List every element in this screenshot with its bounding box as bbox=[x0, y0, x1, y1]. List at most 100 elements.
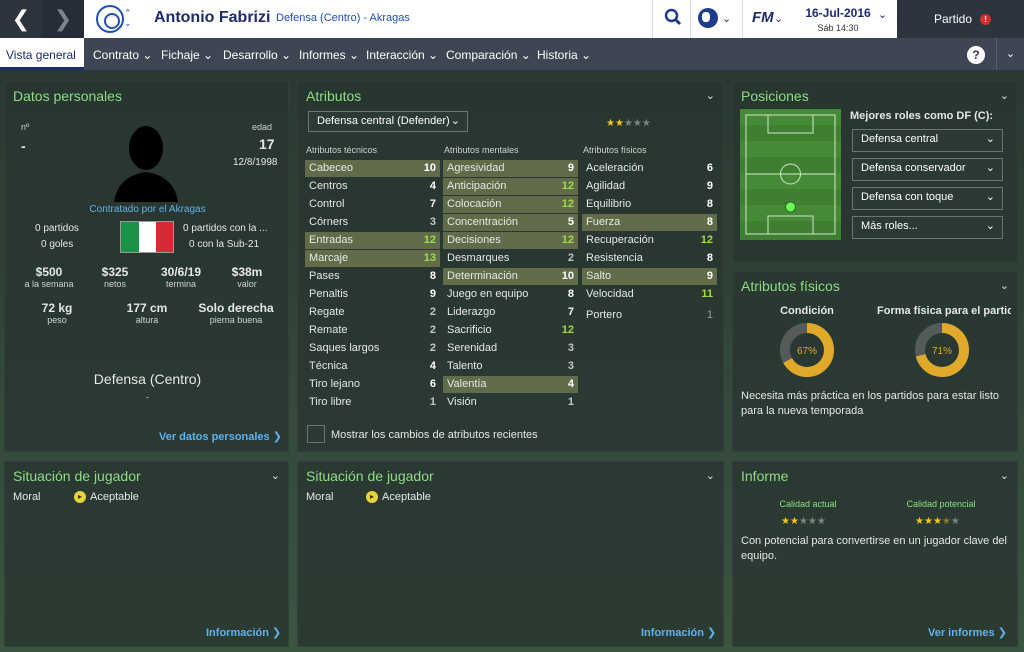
attribute-row[interactable]: Técnica 4 bbox=[305, 358, 440, 375]
attribute-row[interactable]: Tiro libre 1 bbox=[305, 394, 440, 411]
fm-logo[interactable]: FM bbox=[752, 9, 774, 26]
attribute-row[interactable]: Equilibrio 8 bbox=[582, 196, 717, 213]
chevron-down-icon[interactable]: ⌄ bbox=[722, 12, 731, 25]
more-roles-dropdown[interactable]: Más roles... ⌄ bbox=[852, 216, 1003, 239]
player-position-club[interactable]: Defensa (Centro) - Akragas bbox=[276, 12, 410, 24]
attribute-row[interactable]: Desmarques 2 bbox=[443, 250, 578, 267]
menu-vista-general[interactable]: Vista general ⌄ bbox=[0, 38, 84, 96]
attribute-row[interactable]: Liderazgo 7 bbox=[443, 304, 578, 321]
menu-desarrollo[interactable]: Desarrollo ⌄ bbox=[217, 38, 297, 70]
chevron-down-icon[interactable]: ⌄ bbox=[706, 89, 715, 102]
attribute-row[interactable]: Centros 4 bbox=[305, 178, 440, 195]
attribute-row[interactable]: Colocación 12 bbox=[443, 196, 578, 213]
attribute-name: Marcaje bbox=[309, 252, 349, 264]
back-button[interactable]: ❮ bbox=[0, 0, 42, 38]
personal-data-panel: Datos personales nº - edad 17 12/8/1998 … bbox=[4, 81, 289, 452]
attribute-row[interactable]: Pases 8 bbox=[305, 268, 440, 285]
globe-icon[interactable] bbox=[698, 8, 718, 28]
checkbox-label[interactable]: Mostrar los cambios de atributos recient… bbox=[331, 429, 538, 441]
view-personal-data-link[interactable]: Ver datos personales ❯ bbox=[159, 430, 282, 443]
attribute-name: Resistencia bbox=[586, 252, 643, 264]
game-date[interactable]: 16-Jul-2016 Sáb 14:30 bbox=[788, 6, 888, 35]
menu-fichaje[interactable]: Fichaje ⌄ bbox=[155, 38, 219, 70]
attribute-row[interactable]: Velocidad 11 bbox=[582, 286, 717, 303]
number-label: nº bbox=[21, 122, 30, 132]
chevron-down-icon[interactable]: ⌄ bbox=[271, 469, 280, 482]
attribute-row[interactable]: Juego en equipo 8 bbox=[443, 286, 578, 303]
chevron-down-icon: ⌄ bbox=[985, 191, 995, 203]
attribute-row[interactable]: Serenidad 3 bbox=[443, 340, 578, 357]
attribute-row[interactable]: Recuperación 12 bbox=[582, 232, 717, 249]
menu-historia[interactable]: Historia ⌄ bbox=[531, 38, 597, 70]
role-item-central[interactable]: Defensa central ⌄ bbox=[852, 129, 1003, 152]
expiry-label: termina bbox=[165, 279, 196, 289]
morale-value: Aceptable bbox=[382, 491, 431, 503]
attribute-row[interactable]: Decisiones 12 bbox=[443, 232, 578, 249]
attribute-row[interactable]: Anticipación 12 bbox=[443, 178, 578, 195]
attribute-row[interactable]: Saques largos 2 bbox=[305, 340, 440, 357]
information-link[interactable]: Información ❯ bbox=[641, 626, 716, 639]
role-dropdown[interactable]: Defensa central (Defender) ⌄ bbox=[308, 111, 468, 132]
attribute-row[interactable]: Aceleración 6 bbox=[582, 160, 717, 177]
role-item-ball-playing[interactable]: Defensa con toque ⌄ bbox=[852, 187, 1003, 210]
attribute-row[interactable]: Córners 3 bbox=[305, 214, 440, 231]
attribute-name: Tiro libre bbox=[309, 396, 352, 408]
attribute-row[interactable]: Sacrificio 12 bbox=[443, 322, 578, 339]
height-value: 177 cm bbox=[126, 301, 168, 315]
menu-contrato[interactable]: Contrato ⌄ bbox=[87, 38, 158, 70]
attribute-row[interactable]: Remate 2 bbox=[305, 322, 440, 339]
club-badge-icon[interactable] bbox=[96, 5, 124, 33]
contract-status[interactable]: Contratado por el Akragas bbox=[5, 204, 290, 215]
attribute-row[interactable]: Portero 1 bbox=[582, 307, 717, 324]
menu-interaccion[interactable]: Interacción ⌄ bbox=[360, 38, 444, 70]
chevron-down-icon[interactable]: ⌄ bbox=[774, 12, 783, 25]
attribute-row[interactable]: Fuerza 8 bbox=[582, 214, 717, 231]
attribute-row[interactable]: Concentración 5 bbox=[443, 214, 578, 231]
attribute-name: Serenidad bbox=[447, 342, 498, 354]
chevron-right-icon: ❯ bbox=[53, 6, 73, 31]
attribute-row[interactable]: Visión 1 bbox=[443, 394, 578, 411]
chevron-down-icon[interactable]: ⌄ bbox=[1000, 469, 1009, 482]
attribute-row[interactable]: Talento 3 bbox=[443, 358, 578, 375]
height-stat: 177 cm altura bbox=[117, 301, 177, 325]
chevron-down-icon[interactable]: ⌄ bbox=[1000, 279, 1009, 292]
help-button[interactable]: ? bbox=[967, 46, 985, 64]
attribute-row[interactable]: Penaltis 9 bbox=[305, 286, 440, 303]
forward-button[interactable]: ❯ bbox=[42, 0, 84, 38]
attribute-row[interactable]: Agilidad 9 bbox=[582, 178, 717, 195]
attribute-row[interactable]: Salto 9 bbox=[582, 268, 717, 285]
attribute-row[interactable]: Tiro lejano 6 bbox=[305, 376, 440, 393]
chevron-down-icon[interactable]: ⌄ bbox=[1000, 89, 1009, 102]
u21-goals: 0 con la Sub-21 bbox=[189, 239, 260, 250]
menu-comparacion[interactable]: Comparación ⌄ bbox=[440, 38, 537, 70]
italy-flag-icon bbox=[120, 221, 174, 253]
chevron-down-icon[interactable]: ⌄ bbox=[706, 469, 715, 482]
role-item-conservative[interactable]: Defensa conservador ⌄ bbox=[852, 158, 1003, 181]
attribute-row[interactable]: Valentía 4 bbox=[443, 376, 578, 393]
view-reports-link[interactable]: Ver informes ❯ bbox=[928, 626, 1007, 639]
chevron-down-icon[interactable]: ⌄ bbox=[878, 8, 887, 21]
attribute-row[interactable]: Marcaje 13 bbox=[305, 250, 440, 267]
attribute-row[interactable]: Control 7 bbox=[305, 196, 440, 213]
recent-changes-checkbox[interactable] bbox=[307, 425, 325, 443]
potential-ability-label: Calidad potencial bbox=[906, 499, 976, 509]
attribute-row[interactable]: Agresividad 9 bbox=[443, 160, 578, 177]
attribute-row[interactable]: Determinación 10 bbox=[443, 268, 578, 285]
attribute-row[interactable]: Regate 2 bbox=[305, 304, 440, 321]
attribute-value: 6 bbox=[429, 378, 436, 390]
match-button[interactable]: Partido! bbox=[897, 0, 1024, 38]
search-icon[interactable] bbox=[664, 8, 682, 26]
star-icon: ★ bbox=[915, 516, 924, 527]
star-icon: ★ bbox=[816, 516, 826, 527]
attribute-value: 2 bbox=[429, 324, 436, 336]
attribute-name: Talento bbox=[447, 360, 483, 372]
information-link[interactable]: Información ❯ bbox=[206, 626, 281, 639]
attribute-row[interactable]: Cabeceo 10 bbox=[305, 160, 440, 177]
chevron-down-icon: ⌄ bbox=[985, 133, 995, 145]
attribute-row[interactable]: Resistencia 8 bbox=[582, 250, 717, 267]
menu-informes[interactable]: Informes ⌄ bbox=[293, 38, 365, 70]
attribute-row[interactable]: Entradas 12 bbox=[305, 232, 440, 249]
attribute-name: Velocidad bbox=[586, 288, 634, 300]
switch-player-icon[interactable]: ⌃ ⌄ bbox=[124, 8, 132, 28]
more-menu-button[interactable]: ⌄ bbox=[996, 38, 1024, 70]
